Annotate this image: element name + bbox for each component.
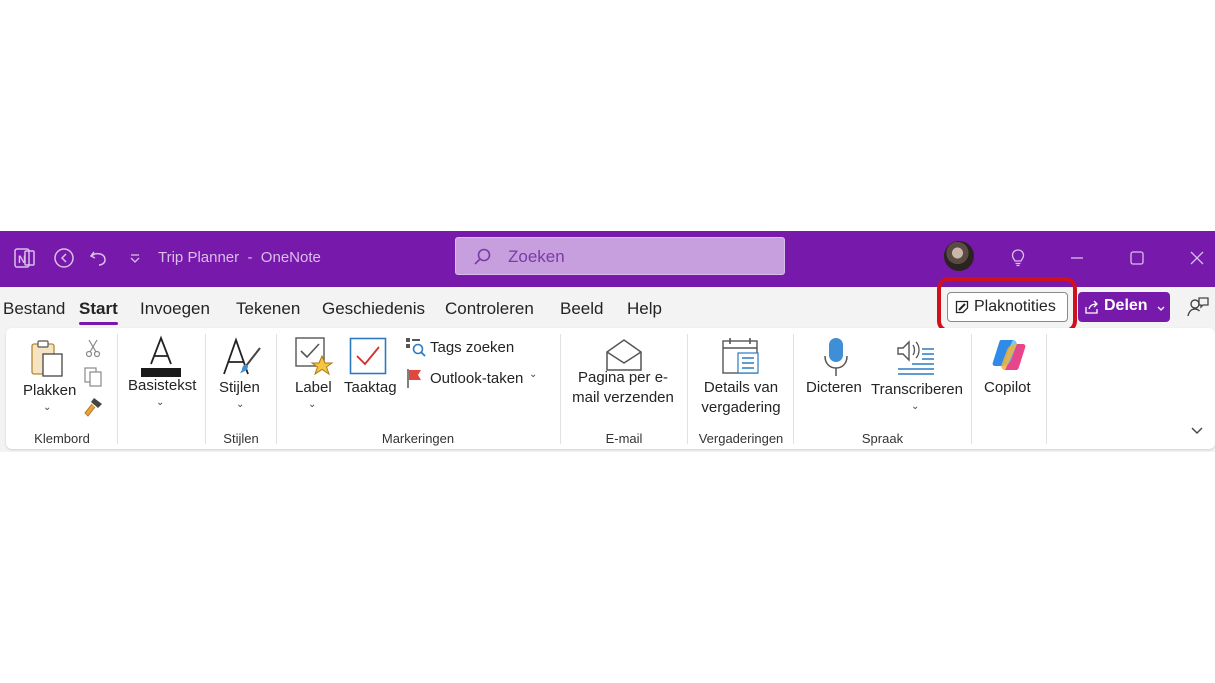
group-divider <box>1046 334 1047 444</box>
transcribe-icon[interactable] <box>894 336 938 381</box>
undo-icon[interactable] <box>86 245 112 271</box>
dictate-label[interactable]: Dicteren <box>806 378 862 398</box>
group-label-vergaderingen: Vergaderingen <box>698 431 784 446</box>
sticky-note-icon <box>955 300 969 319</box>
format-painter-icon[interactable] <box>82 396 104 423</box>
group-divider <box>560 334 561 444</box>
comments-icon[interactable] <box>1186 295 1210 324</box>
minimize-icon[interactable] <box>1064 245 1090 271</box>
microphone-icon[interactable] <box>821 336 851 383</box>
svg-text:N: N <box>18 254 26 266</box>
customize-toolbar-icon[interactable] <box>122 245 148 271</box>
chevron-down-icon[interactable]: ⌄ <box>308 399 316 410</box>
document-title: Trip Planner - OneNote <box>158 249 321 266</box>
chevron-down-icon[interactable]: ⌄ <box>911 401 919 412</box>
tab-bestand[interactable]: Bestand <box>3 299 65 319</box>
share-icon <box>1084 299 1100 320</box>
group-divider <box>971 334 972 444</box>
meeting-details-icon[interactable] <box>721 336 761 381</box>
sticky-notes-label: Plaknotities <box>974 298 1056 315</box>
email-label-line2[interactable]: mail verzenden <box>562 388 684 408</box>
share-button[interactable]: Delen <box>1078 292 1170 322</box>
copy-icon[interactable] <box>83 366 103 393</box>
group-label-stijlen: Stijlen <box>223 431 259 446</box>
onenote-window: N Trip Planner - OneNote Zoeken Bestand … <box>0 231 1215 452</box>
cut-icon[interactable] <box>84 338 102 363</box>
chevron-down-icon[interactable]: ⌄ <box>236 399 244 410</box>
meeting-label-line2[interactable]: vergadering <box>688 398 794 418</box>
tab-tekenen[interactable]: Tekenen <box>236 299 300 319</box>
group-divider <box>276 334 277 444</box>
chevron-down-icon[interactable]: ⌄ <box>43 402 51 413</box>
copilot-label[interactable]: Copilot <box>984 378 1031 398</box>
tag-label-icon[interactable] <box>294 336 334 381</box>
transcribe-label[interactable]: Transcriberen <box>871 380 963 400</box>
paste-icon[interactable] <box>28 340 68 383</box>
group-label-email: E-mail <box>605 431 643 446</box>
share-label: Delen <box>1104 297 1148 314</box>
avatar[interactable] <box>944 241 974 271</box>
email-label-line1[interactable]: Pagina per e- <box>562 368 684 388</box>
tab-invoegen[interactable]: Invoegen <box>140 299 210 319</box>
tab-controleren[interactable]: Controleren <box>445 299 534 319</box>
meeting-label-line1[interactable]: Details van <box>688 378 794 398</box>
find-tags-icon[interactable] <box>405 336 427 363</box>
styles-icon[interactable] <box>220 336 264 383</box>
collapse-ribbon-icon[interactable] <box>1190 424 1204 442</box>
tab-geschiedenis[interactable]: Geschiedenis <box>322 299 425 319</box>
group-divider <box>117 334 118 444</box>
styles-label[interactable]: Stijlen <box>219 378 260 398</box>
outlook-flag-icon[interactable] <box>405 367 425 394</box>
search-placeholder: Zoeken <box>508 247 565 266</box>
outlook-tasks-label[interactable]: Outlook-taken <box>430 369 523 389</box>
tag-label[interactable]: Label <box>295 378 332 398</box>
todo-tag-label[interactable]: Taaktag <box>344 378 397 398</box>
group-divider <box>793 334 794 444</box>
find-tags-label[interactable]: Tags zoeken <box>430 338 514 358</box>
copilot-icon[interactable] <box>989 336 1029 379</box>
todo-tag-icon[interactable] <box>349 337 387 380</box>
close-icon[interactable] <box>1184 245 1210 271</box>
onenote-logo-icon: N <box>12 245 38 271</box>
search-box[interactable]: Zoeken <box>455 237 785 275</box>
back-icon[interactable] <box>51 245 77 271</box>
paste-label[interactable]: Plakken <box>23 381 76 401</box>
tab-help[interactable]: Help <box>627 299 662 319</box>
ribbon-start: Plakken ⌄ Klembord Basistekst ⌄ Stijlen … <box>6 328 1215 449</box>
chevron-down-icon <box>1156 301 1166 319</box>
chevron-down-icon[interactable]: ⌄ <box>156 397 164 408</box>
sticky-notes-button[interactable]: Plaknotities <box>947 292 1068 322</box>
group-label-markeringen: Markeringen <box>381 431 455 446</box>
basic-text-label[interactable]: Basistekst <box>128 376 196 396</box>
tab-start[interactable]: Start <box>79 299 118 325</box>
tab-beeld[interactable]: Beeld <box>560 299 603 319</box>
group-label-klembord: Klembord <box>34 431 90 446</box>
group-label-spraak: Spraak <box>861 431 904 446</box>
maximize-icon[interactable] <box>1124 245 1150 271</box>
chevron-down-icon[interactable]: ⌄ <box>529 369 537 380</box>
search-icon <box>472 247 492 272</box>
lightbulb-icon[interactable] <box>1005 245 1031 271</box>
group-divider <box>205 334 206 444</box>
